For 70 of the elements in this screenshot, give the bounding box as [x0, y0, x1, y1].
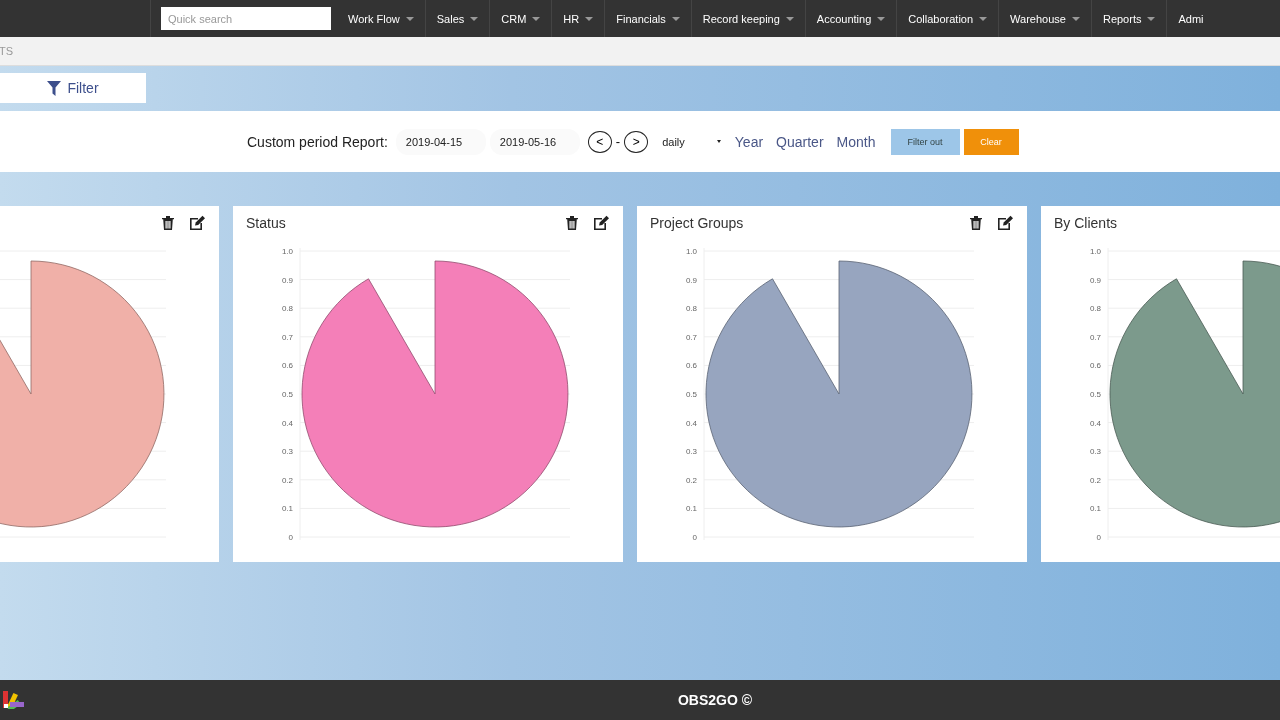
axis-tick-label: 0 [1096, 533, 1101, 542]
filter-out-button[interactable]: Filter out [890, 128, 960, 155]
axis-tick-label: 0.5 [685, 390, 697, 399]
axis-tick-label: 1.0 [281, 247, 293, 256]
edit-icon[interactable] [593, 215, 610, 231]
range-separator: - [615, 134, 621, 149]
axis-tick-label: 0.1 [281, 504, 293, 514]
axis-tick-label: 0.4 [1089, 418, 1101, 428]
axis-tick-label: 0.2 [1089, 475, 1101, 485]
period-link[interactable]: Month [831, 133, 881, 150]
interval-select[interactable]: daily [656, 135, 727, 148]
axis-tick-label: 0.7 [685, 332, 697, 342]
axis-tick-label: 0.5 [281, 390, 293, 399]
caret-icon [585, 16, 594, 21]
quick-search-field[interactable]: Quick search [161, 7, 331, 30]
axis-tick-label: 0.9 [281, 275, 293, 285]
caret-icon [671, 16, 680, 21]
axis-tick-label: 0.9 [685, 275, 697, 285]
caret-icon [470, 16, 479, 21]
axis-tick-label: 0.6 [1089, 361, 1101, 371]
card-title: Project Groups [650, 215, 744, 231]
axis-tick-label: 0.8 [685, 304, 697, 314]
caret-icon [405, 16, 414, 21]
edit-icon[interactable] [189, 215, 206, 231]
next-button[interactable]: > [624, 130, 649, 153]
axis-tick-label: 0.5 [1089, 390, 1101, 399]
filter-tab[interactable]: Filter [0, 73, 146, 103]
breadcrumb-text: TS [0, 45, 14, 57]
axis-tick-label: 0.2 [281, 475, 293, 485]
caret-icon [877, 16, 886, 21]
period-label: Custom period Report: [247, 133, 388, 150]
axis-tick-label: 0.9 [1089, 275, 1101, 285]
axis-tick-label: 1.0 [1089, 247, 1101, 256]
axis-tick-label: 0.8 [1089, 304, 1101, 314]
caret-icon [785, 16, 794, 21]
axis-tick-label: 0.6 [685, 361, 697, 371]
caret-icon [979, 16, 988, 21]
card-title: By Clients [1054, 215, 1118, 231]
axis-tick-label: 0 [288, 533, 293, 542]
axis-tick-label: 0.1 [685, 504, 697, 514]
menu-item[interactable]: Admi [1167, 0, 1204, 37]
axis-tick-label: 0.7 [281, 332, 293, 342]
axis-tick-label: 0.4 [281, 418, 293, 428]
edit-icon[interactable] [997, 215, 1014, 231]
axis-tick-label: 0 [692, 533, 697, 542]
axis-tick-label: 0.3 [281, 447, 293, 457]
axis-tick-label: 0.8 [281, 304, 293, 314]
trash-icon[interactable] [162, 216, 174, 230]
period-link[interactable]: Year [729, 133, 769, 150]
color-fan-logo-icon [2, 689, 26, 709]
axis-tick-label: 0.3 [1089, 447, 1101, 457]
date-to-field[interactable]: 2019-05-16 [489, 128, 580, 155]
trash-icon[interactable] [970, 216, 982, 230]
date-from-field[interactable]: 2019-04-15 [395, 128, 486, 155]
caret-icon [1071, 16, 1080, 21]
axis-tick-label: 0.7 [1089, 332, 1101, 342]
axis-tick-label: 0.3 [685, 447, 697, 457]
axis-tick-label: 0.6 [281, 361, 293, 371]
axis-tick-label: 0.4 [685, 418, 697, 428]
filter-icon [47, 80, 62, 96]
previous-button[interactable]: < [587, 130, 612, 153]
axis-tick-label: 0.1 [1089, 504, 1101, 514]
period-link[interactable]: Quarter [771, 133, 829, 150]
card-title: Status [246, 215, 286, 231]
caret-icon [1147, 16, 1156, 21]
axis-tick-label: 0.2 [685, 475, 697, 485]
caret-icon [532, 16, 541, 21]
trash-icon[interactable] [566, 216, 578, 230]
axis-tick-label: 1.0 [685, 247, 697, 256]
footer-text: OBS2GO © [677, 692, 753, 708]
